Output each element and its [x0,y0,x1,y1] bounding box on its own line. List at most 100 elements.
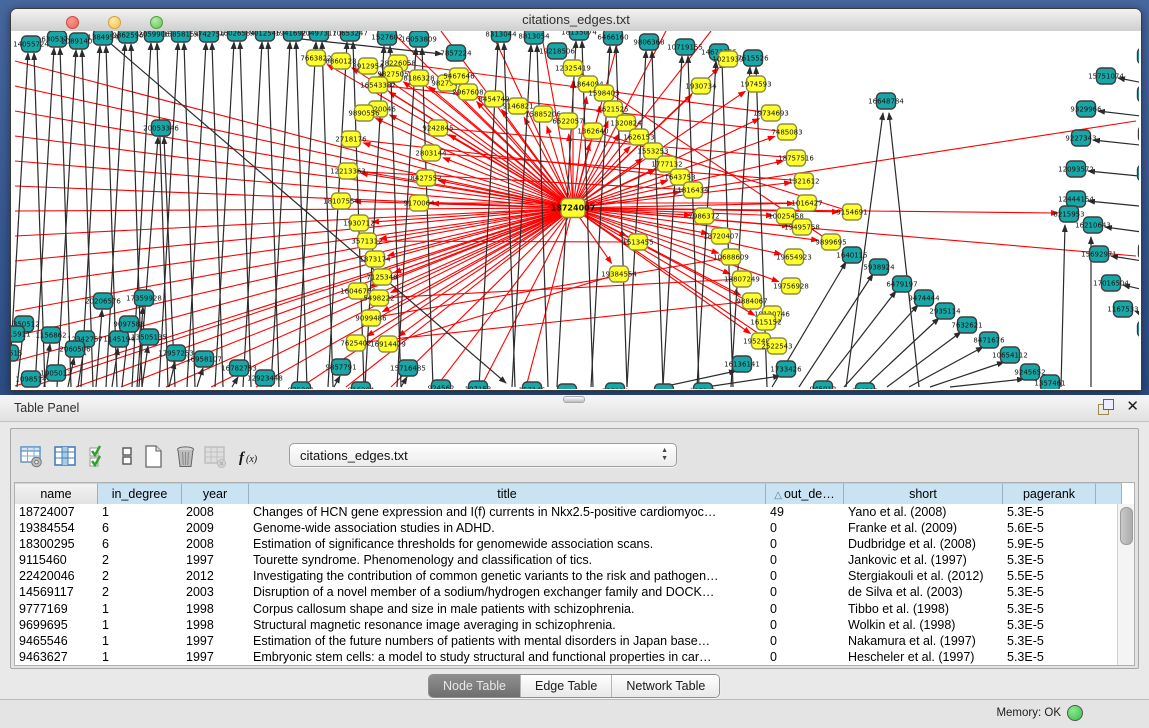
select-columns-button[interactable] [85,441,115,471]
graph-node-label: 107153 [465,386,492,390]
table-selector-dropdown[interactable]: citations_edges.txt ▲▼ [289,443,677,467]
graph-node-label: 995214 [602,388,629,390]
graph-node-label: 5467646 [443,73,475,81]
table-row[interactable]: 1938455462009Genome-wide association stu… [15,520,1118,536]
graph-node-label: 1321612 [788,178,819,186]
cell-short: Stergiakouli et al. (2012) [844,568,1003,584]
memory-status-icon[interactable] [1067,705,1083,721]
show-columns-button[interactable] [51,441,81,471]
table-panel-header: Table Panel ✕ [0,395,1149,422]
graph-node-label: 19734693 [753,110,789,118]
sort-ascending-icon: △ [774,490,782,501]
graph-node-label: 816304 [348,387,375,390]
graph-node-label: 8813054 [518,33,550,41]
cell-out_de…: 0 [766,552,844,568]
cell-name: 9699695 [15,617,98,633]
cell-pagerank: 5.3E-5 [1003,649,1096,665]
cell-in_degree: 1 [98,633,182,649]
cell-year: 1997 [182,552,249,568]
close-panel-icon[interactable]: ✕ [1126,399,1139,415]
column-header-in_degree[interactable]: in_degree [98,483,182,504]
graph-node-label: 1357461 [1034,380,1065,388]
column-header-title[interactable]: title [249,483,766,504]
graph-node-label: 7625402 [340,340,371,348]
table-row[interactable]: 911546021997Tourette syndrome. Phenomeno… [15,552,1118,568]
cell-in_degree: 2 [98,552,182,568]
graph-node-label: 18757516 [778,155,814,163]
import-table-button[interactable] [201,441,231,471]
window-titlebar[interactable]: citations_edges.txt [11,9,1141,32]
column-header-short[interactable]: short [844,483,1003,504]
table-selector-value: citations_edges.txt [300,448,408,463]
graph-node-label: 2935114 [929,308,961,316]
table-row[interactable]: 1872400712008Changes of HCN gene express… [15,504,1118,520]
table-card: f (x) citations_edges.txt ▲▼ namein_degr… [10,428,1139,669]
graph-node-label: 16053809 [401,36,437,44]
graph-node-label: 9884067 [736,298,767,306]
graph-node-label: 12213363 [330,168,366,176]
scrollbar-thumb[interactable] [1120,507,1133,545]
graph-node-label: 1816434 [677,187,709,195]
column-header-filler[interactable] [1096,483,1122,504]
graph-node-label: 9242845 [422,125,453,133]
graph-node-label: 2522543 [761,343,792,351]
tab-edge-table[interactable]: Edge Table [520,675,611,697]
graph-node-label: 18724007 [551,204,596,213]
graph-node[interactable] [1138,321,1140,337]
network-canvas[interactable]: 1872400714055724630537420891406138495498… [11,31,1141,390]
graph-node[interactable] [1139,126,1140,142]
graph-node-label: 13505135 [131,334,167,342]
table-row[interactable]: 969969511998Structural magnetic resonanc… [15,617,1118,633]
table-settings-button[interactable] [17,441,47,471]
column-header-year[interactable]: year [182,483,249,504]
cell-year: 2003 [182,584,249,600]
table-row[interactable]: 946362711997Embryonic stem cells: a mode… [15,649,1118,665]
column-header-out_de…[interactable]: △out_de… [766,483,844,504]
graph-node-label: 12325419 [555,65,591,73]
graph-node[interactable] [1138,86,1140,102]
cell-title: Embryonic stem cells: a model to study s… [249,649,766,665]
splitter-grip[interactable] [563,396,585,403]
cell-in_degree: 6 [98,520,182,536]
column-header-name[interactable]: name [15,483,98,504]
cell-name: 9463627 [15,649,98,665]
graph-node-label: 3571312 [351,238,382,246]
tab-node-table[interactable]: Node Table [429,675,520,697]
graph-node[interactable] [1138,48,1140,64]
cell-pagerank: 5.6E-5 [1003,520,1096,536]
graph-node-label: 18807249 [724,276,760,284]
vertical-scrollbar[interactable] [1117,504,1134,665]
table-settings-icon [19,444,44,469]
cell-pagerank: 5.3E-5 [1003,584,1096,600]
column-header-pagerank[interactable]: pagerank [1003,483,1096,504]
cell-out_de…: 0 [766,536,844,552]
graph-node-label: 157146 [519,387,546,390]
table-row[interactable]: 2242004622012Investigating the contribut… [15,568,1118,584]
table-row[interactable]: 1456911722003Disruption of a novel membe… [15,584,1118,600]
float-panel-icon[interactable] [1098,399,1114,415]
import-table-icon [203,444,228,469]
graph-node-label: 10653247 [332,31,368,38]
table-row[interactable]: 946554611997Estimation of the future num… [15,633,1118,649]
create-table-button[interactable] [139,441,169,471]
table-row[interactable]: 977716911998Corpus callosum shape and si… [15,601,1118,617]
graph-node[interactable] [1139,243,1140,259]
cell-in_degree: 1 [98,601,182,617]
cell-in_degree: 6 [98,536,182,552]
graph-node-label: 18720407 [703,233,739,241]
graph-node-label: 105341 [690,388,717,390]
table-toolbar: f (x) citations_edges.txt ▲▼ [11,429,1138,479]
table-row[interactable]: 1830029562008Estimation of significance … [15,536,1118,552]
graph-node-label: 16648784 [868,98,904,106]
cell-name: 22420046 [15,568,98,584]
graph-node-label: 103254 [554,389,581,390]
cell-year: 1998 [182,617,249,633]
memory-status-label: Memory: OK [996,707,1061,719]
function-builder-button[interactable]: f (x) [235,441,271,471]
cell-name: 18300295 [15,536,98,552]
window-title: citations_edges.txt [11,12,1141,27]
graph-node[interactable] [1138,165,1140,181]
delete-table-button[interactable] [171,441,201,471]
tab-network-table[interactable]: Network Table [611,675,719,697]
cell-name: 9115460 [15,552,98,568]
